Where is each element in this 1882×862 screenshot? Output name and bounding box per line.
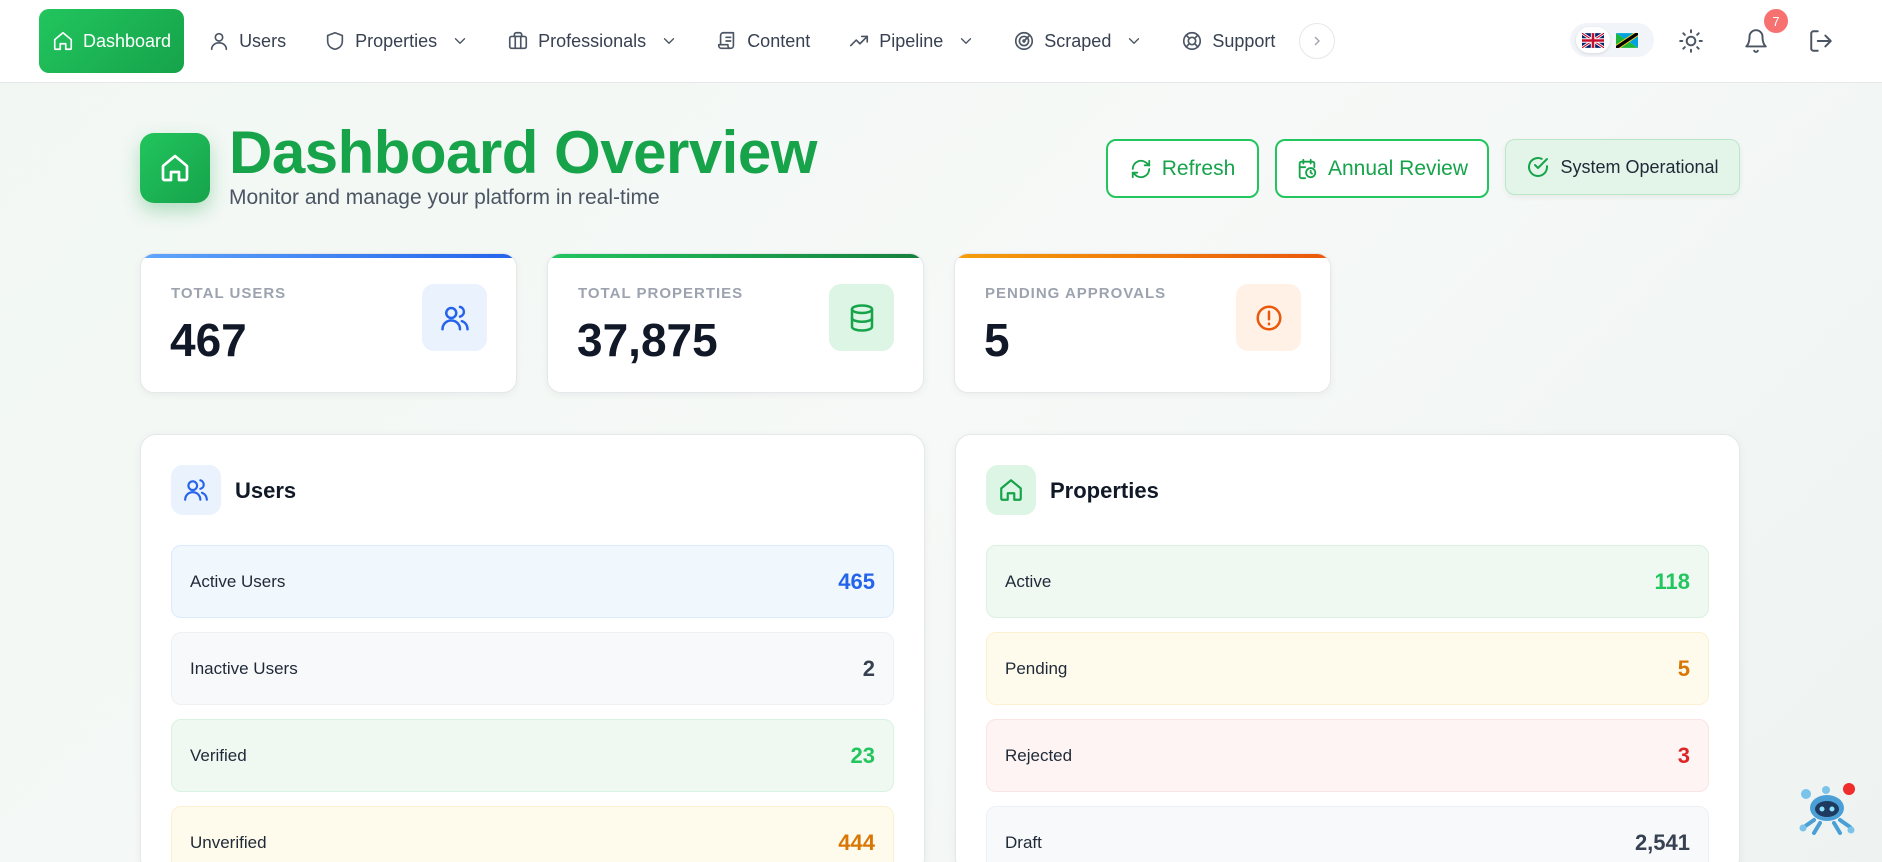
row-label: Active Users [190,571,286,591]
row-value: 118 [1654,568,1691,594]
trending-up-icon [848,30,870,52]
lifebuoy-icon [1181,30,1203,52]
panel-title: Properties [1050,478,1159,503]
logout-icon[interactable] [1804,24,1838,58]
annual-review-label: Annual Review [1327,156,1469,180]
nav-item-properties[interactable]: Properties [310,9,483,73]
nav-item-label: Professionals [538,30,647,51]
users-icon [422,284,487,351]
stat-card-pending-approvals: PENDING APPROVALS 5 [954,253,1331,393]
radar-icon [1013,30,1035,52]
assistant-bot-button[interactable] [1796,783,1858,841]
stat-row-inactive-users[interactable]: Inactive Users 2 [171,632,894,705]
home-icon [986,465,1036,515]
row-value: 444 [838,829,875,855]
users-panel: Users Active Users 465 Inactive Users 2 … [140,434,925,862]
nav-scroll-right-button[interactable] [1299,23,1336,59]
row-label: Unverified [190,832,267,852]
database-icon [829,284,894,351]
system-status-label: System Operational [1560,156,1719,177]
row-value: 23 [850,742,875,768]
sun-icon[interactable] [1674,24,1708,58]
system-status-badge: System Operational [1505,139,1740,195]
refresh-icon [1130,158,1162,180]
stat-label: PENDING APPROVALS [985,285,1167,302]
panel-title: Users [235,478,297,503]
row-label: Pending [1005,658,1068,678]
nav-item-users[interactable]: Users [194,9,300,73]
check-circle-icon [1526,155,1560,179]
stat-row-pending[interactable]: Pending 5 [986,632,1709,705]
stat-value: 467 [170,314,247,366]
stat-value: 5 [984,314,1010,366]
stat-value: 37,875 [577,314,718,366]
page-title: Dashboard Overview [229,119,817,186]
row-label: Active [1005,571,1052,591]
user-icon [208,30,230,52]
nav-item-support[interactable]: Support [1167,9,1289,73]
stat-row-verified[interactable]: Verified 23 [171,719,894,792]
stat-row-active[interactable]: Active 118 [986,545,1709,618]
stat-card-total-users: TOTAL USERS 467 [140,253,517,393]
chevron-down-icon [660,32,678,50]
chevron-down-icon [957,32,975,50]
card-accent-bar [548,254,923,258]
card-accent-bar [955,254,1330,258]
stat-row-active-users[interactable]: Active Users 465 [171,545,894,618]
row-value: 5 [1677,655,1690,681]
row-label: Rejected [1005,745,1073,765]
row-label: Verified [190,745,247,765]
refresh-label: Refresh [1161,156,1236,180]
row-label: Inactive Users [190,658,298,678]
calendar-clock-icon [1296,158,1328,180]
row-value: 465 [838,568,875,594]
row-value: 2,541 [1634,829,1690,855]
chevron-right-icon [1309,33,1325,49]
alert-circle-icon [1236,284,1301,351]
shield-icon [324,30,346,52]
notification-badge: 7 [1764,9,1788,33]
nav-item-label: Content [747,30,811,51]
nav-item-content[interactable]: Content [702,9,824,73]
stat-row-rejected[interactable]: Rejected 3 [986,719,1709,792]
language-toggle[interactable] [1570,23,1654,57]
scroll-icon [716,30,738,52]
chevron-down-icon [1125,32,1143,50]
nav-item-label: Users [239,30,287,51]
nav-item-dashboard[interactable]: Dashboard [39,9,185,73]
users-icon [171,465,221,515]
home-icon [52,30,74,52]
nav-item-pipeline[interactable]: Pipeline [834,9,989,73]
properties-panel: Properties Active 118 Pending 5 Rejected… [955,434,1740,862]
stat-label: TOTAL USERS [171,285,287,302]
tz-flag-icon[interactable] [1610,27,1644,53]
refresh-button[interactable]: Refresh [1106,139,1259,198]
stat-row-draft[interactable]: Draft 2,541 [986,806,1709,862]
nav-item-label: Support [1212,30,1276,51]
uk-flag-icon[interactable] [1576,27,1610,53]
nav-item-label: Scraped [1044,30,1112,51]
page-subtitle: Monitor and manage your platform in real… [229,186,660,209]
home-icon [140,133,210,203]
briefcase-icon [507,30,529,52]
nav-item-label: Properties [355,30,438,51]
nav-item-professionals[interactable]: Professionals [493,9,692,73]
stat-label: TOTAL PROPERTIES [578,285,744,302]
chevron-down-icon [451,32,469,50]
row-value: 2 [862,655,875,681]
stat-card-total-properties: TOTAL PROPERTIES 37,875 [547,253,924,393]
robot-icon [1799,783,1855,835]
row-label: Draft [1005,832,1042,852]
row-value: 3 [1677,742,1690,768]
stat-row-unverified[interactable]: Unverified 444 [171,806,894,862]
nav-item-label: Pipeline [879,30,944,51]
nav-item-label: Dashboard [83,30,172,51]
annual-review-button[interactable]: Annual Review [1275,139,1489,198]
nav-item-scraped[interactable]: Scraped [999,9,1157,73]
card-accent-bar [141,254,516,258]
